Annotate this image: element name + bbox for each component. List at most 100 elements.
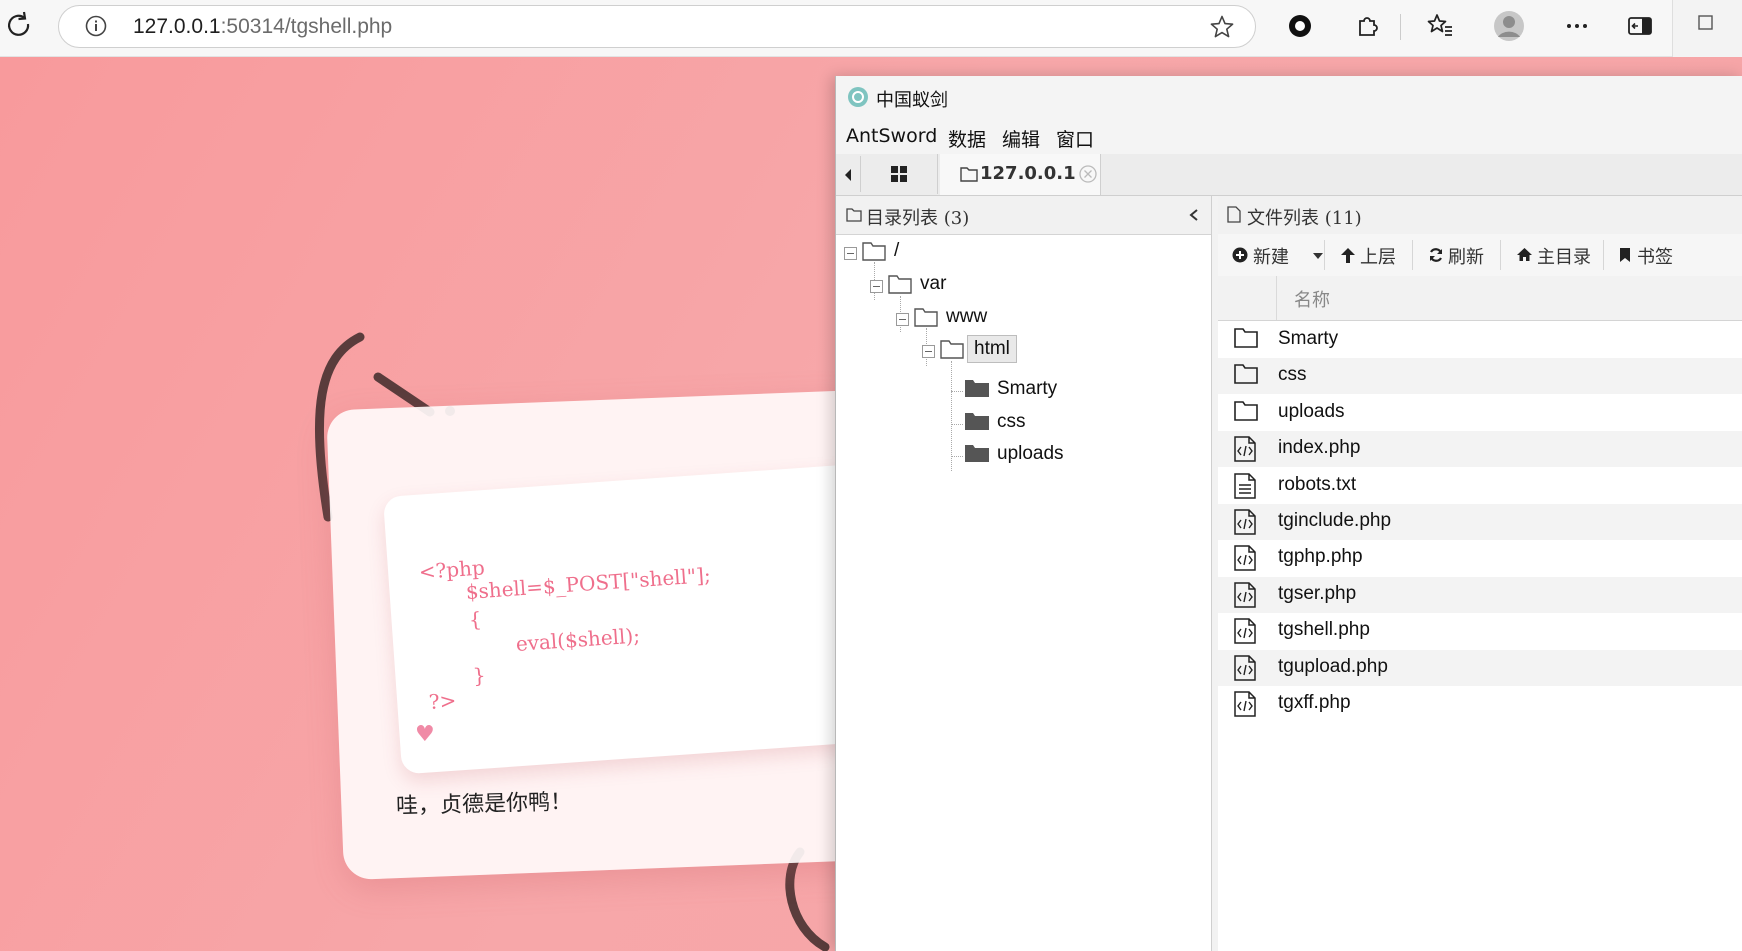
tree-item-label: / bbox=[894, 240, 900, 261]
file-row[interactable]: Smarty bbox=[1218, 322, 1742, 358]
tree-item-smarty[interactable]: Smarty bbox=[964, 376, 1164, 406]
file-row[interactable]: tgxff.php bbox=[1218, 686, 1742, 722]
extensions-icon[interactable] bbox=[1353, 12, 1381, 40]
up-button[interactable]: 上层 bbox=[1340, 234, 1408, 276]
toolbar-divider bbox=[1400, 14, 1401, 40]
maximize-icon[interactable] bbox=[1697, 14, 1715, 32]
menu-edit[interactable]: 编辑 bbox=[1002, 125, 1040, 152]
menu-data[interactable]: 数据 bbox=[948, 125, 986, 152]
arrow-up-icon bbox=[1341, 248, 1355, 263]
code-file-icon bbox=[1234, 545, 1258, 572]
file-row[interactable]: tgphp.php bbox=[1218, 540, 1742, 576]
url-text[interactable]: 127.0.0.1:50314/tgshell.php bbox=[133, 15, 392, 39]
code-file-icon bbox=[1234, 582, 1258, 608]
profile-avatar-icon[interactable] bbox=[1493, 10, 1525, 42]
new-button[interactable]: 新建 bbox=[1232, 234, 1327, 276]
tree-item-label: html bbox=[967, 335, 1017, 363]
bookmark-button-label: 书签 bbox=[1637, 247, 1673, 268]
tree-connector bbox=[951, 456, 963, 457]
file-row[interactable]: css bbox=[1218, 358, 1742, 395]
directory-panel-title: 目录列表 (3) bbox=[866, 208, 970, 229]
bookmark-button[interactable]: 书签 bbox=[1619, 234, 1742, 276]
file-name: tgupload.php bbox=[1278, 655, 1388, 677]
heart-icon: ♥ bbox=[415, 722, 435, 747]
file-name: robots.txt bbox=[1278, 473, 1357, 495]
antsword-logo-icon bbox=[848, 87, 868, 107]
record-icon[interactable] bbox=[1286, 12, 1314, 40]
tab-host[interactable]: 127.0.0.1 bbox=[940, 154, 1101, 195]
code-card bbox=[382, 463, 882, 775]
favorite-star-icon[interactable] bbox=[1209, 14, 1235, 40]
file-name: css bbox=[1278, 364, 1307, 386]
more-menu-icon[interactable] bbox=[1563, 12, 1591, 40]
page-caption: 哇，贞德是你鸭！ bbox=[395, 789, 573, 820]
refresh-button-label: 刷新 bbox=[1448, 247, 1484, 268]
file-name: tgshell.php bbox=[1278, 619, 1370, 641]
collapse-toggle-icon[interactable] bbox=[844, 247, 857, 260]
tree-item-uploads[interactable]: uploads bbox=[964, 441, 1164, 471]
folder-outline-icon bbox=[960, 167, 978, 182]
tree-item-html[interactable]: html bbox=[922, 335, 1122, 366]
toolbar-separator bbox=[1500, 240, 1501, 270]
sidebar-toggle-icon[interactable] bbox=[1626, 12, 1654, 40]
tab-home[interactable] bbox=[861, 154, 938, 194]
menu-antsword[interactable]: AntSword bbox=[846, 125, 937, 147]
file-row[interactable]: tgupload.php bbox=[1218, 649, 1742, 686]
collapse-toggle-icon[interactable] bbox=[870, 280, 883, 293]
file-row[interactable]: tgser.php bbox=[1218, 576, 1742, 613]
address-bar[interactable]: 127.0.0.1:50314/tgshell.php bbox=[58, 5, 1256, 48]
tree-item-css[interactable]: css bbox=[964, 409, 1164, 439]
folder-filled-icon bbox=[965, 413, 989, 430]
dropdown-caret-icon[interactable] bbox=[1312, 252, 1324, 260]
toolbar-separator bbox=[1412, 240, 1413, 270]
file-row[interactable]: uploads bbox=[1218, 395, 1742, 431]
file-panel-header: 文件列表 (11) bbox=[1218, 196, 1742, 235]
refresh-icon bbox=[1429, 248, 1443, 262]
file-row[interactable]: robots.txt bbox=[1218, 468, 1742, 504]
toolbar-separator bbox=[1324, 240, 1325, 270]
file-name: tginclude.php bbox=[1278, 510, 1392, 531]
file-table-header: 名称 bbox=[1218, 276, 1742, 321]
code-file-icon bbox=[1234, 509, 1258, 535]
tab-scroll-left[interactable] bbox=[836, 156, 861, 192]
folder-filled-icon bbox=[965, 445, 989, 462]
tree-item-www[interactable]: www bbox=[896, 304, 1096, 334]
home-dir-button[interactable]: 主目录 bbox=[1516, 234, 1600, 276]
file-name: uploads bbox=[1278, 400, 1345, 422]
home-icon bbox=[1517, 248, 1532, 261]
collapse-toggle-icon[interactable] bbox=[922, 345, 935, 358]
collapse-toggle-icon[interactable] bbox=[896, 313, 909, 326]
tree-item-label: www bbox=[946, 306, 988, 327]
file-row[interactable]: tgshell.php bbox=[1218, 613, 1742, 649]
reload-icon[interactable] bbox=[4, 10, 34, 40]
menu-window[interactable]: 窗口 bbox=[1056, 125, 1094, 152]
name-column-header[interactable]: 名称 bbox=[1294, 286, 1330, 312]
collapse-panel-icon[interactable] bbox=[1188, 208, 1200, 222]
code-file-icon bbox=[1234, 436, 1258, 462]
folder-outline-icon bbox=[846, 208, 862, 222]
tree-item-label: Smarty bbox=[997, 378, 1058, 399]
tree-item-root[interactable]: / bbox=[844, 238, 1044, 268]
file-name: tgser.php bbox=[1278, 582, 1357, 604]
tab-close-icon[interactable] bbox=[1079, 165, 1097, 183]
code-line-3: { bbox=[468, 607, 483, 632]
site-info-icon[interactable] bbox=[85, 15, 107, 37]
text-file-icon bbox=[1234, 472, 1258, 499]
icon-column-header[interactable] bbox=[1218, 276, 1277, 320]
bookmark-icon bbox=[1620, 248, 1630, 262]
browser-toolbar: 127.0.0.1:50314/tgshell.php bbox=[0, 0, 1742, 57]
tree-item-var[interactable]: var bbox=[870, 271, 1070, 301]
code-line-6: ?> bbox=[428, 688, 458, 714]
file-row[interactable]: tginclude.php bbox=[1218, 504, 1742, 540]
window-title: 中国蚁剑 bbox=[876, 90, 948, 111]
favorites-icon[interactable] bbox=[1426, 12, 1454, 40]
file-panel: 文件列表 (11) 新建 上层 刷新 主目录 书签 名称 Smarty css … bbox=[1218, 196, 1742, 951]
caret-left-icon bbox=[845, 169, 851, 181]
directory-panel: 目录列表 (3) / var www html Smarty css uploa… bbox=[836, 196, 1212, 951]
grid-icon bbox=[891, 166, 907, 182]
file-row[interactable]: index.php bbox=[1218, 431, 1742, 468]
refresh-button[interactable]: 刷新 bbox=[1428, 234, 1498, 276]
tree-connector bbox=[951, 361, 952, 471]
file-name: index.php bbox=[1278, 437, 1361, 459]
plus-circle-icon bbox=[1232, 247, 1248, 263]
